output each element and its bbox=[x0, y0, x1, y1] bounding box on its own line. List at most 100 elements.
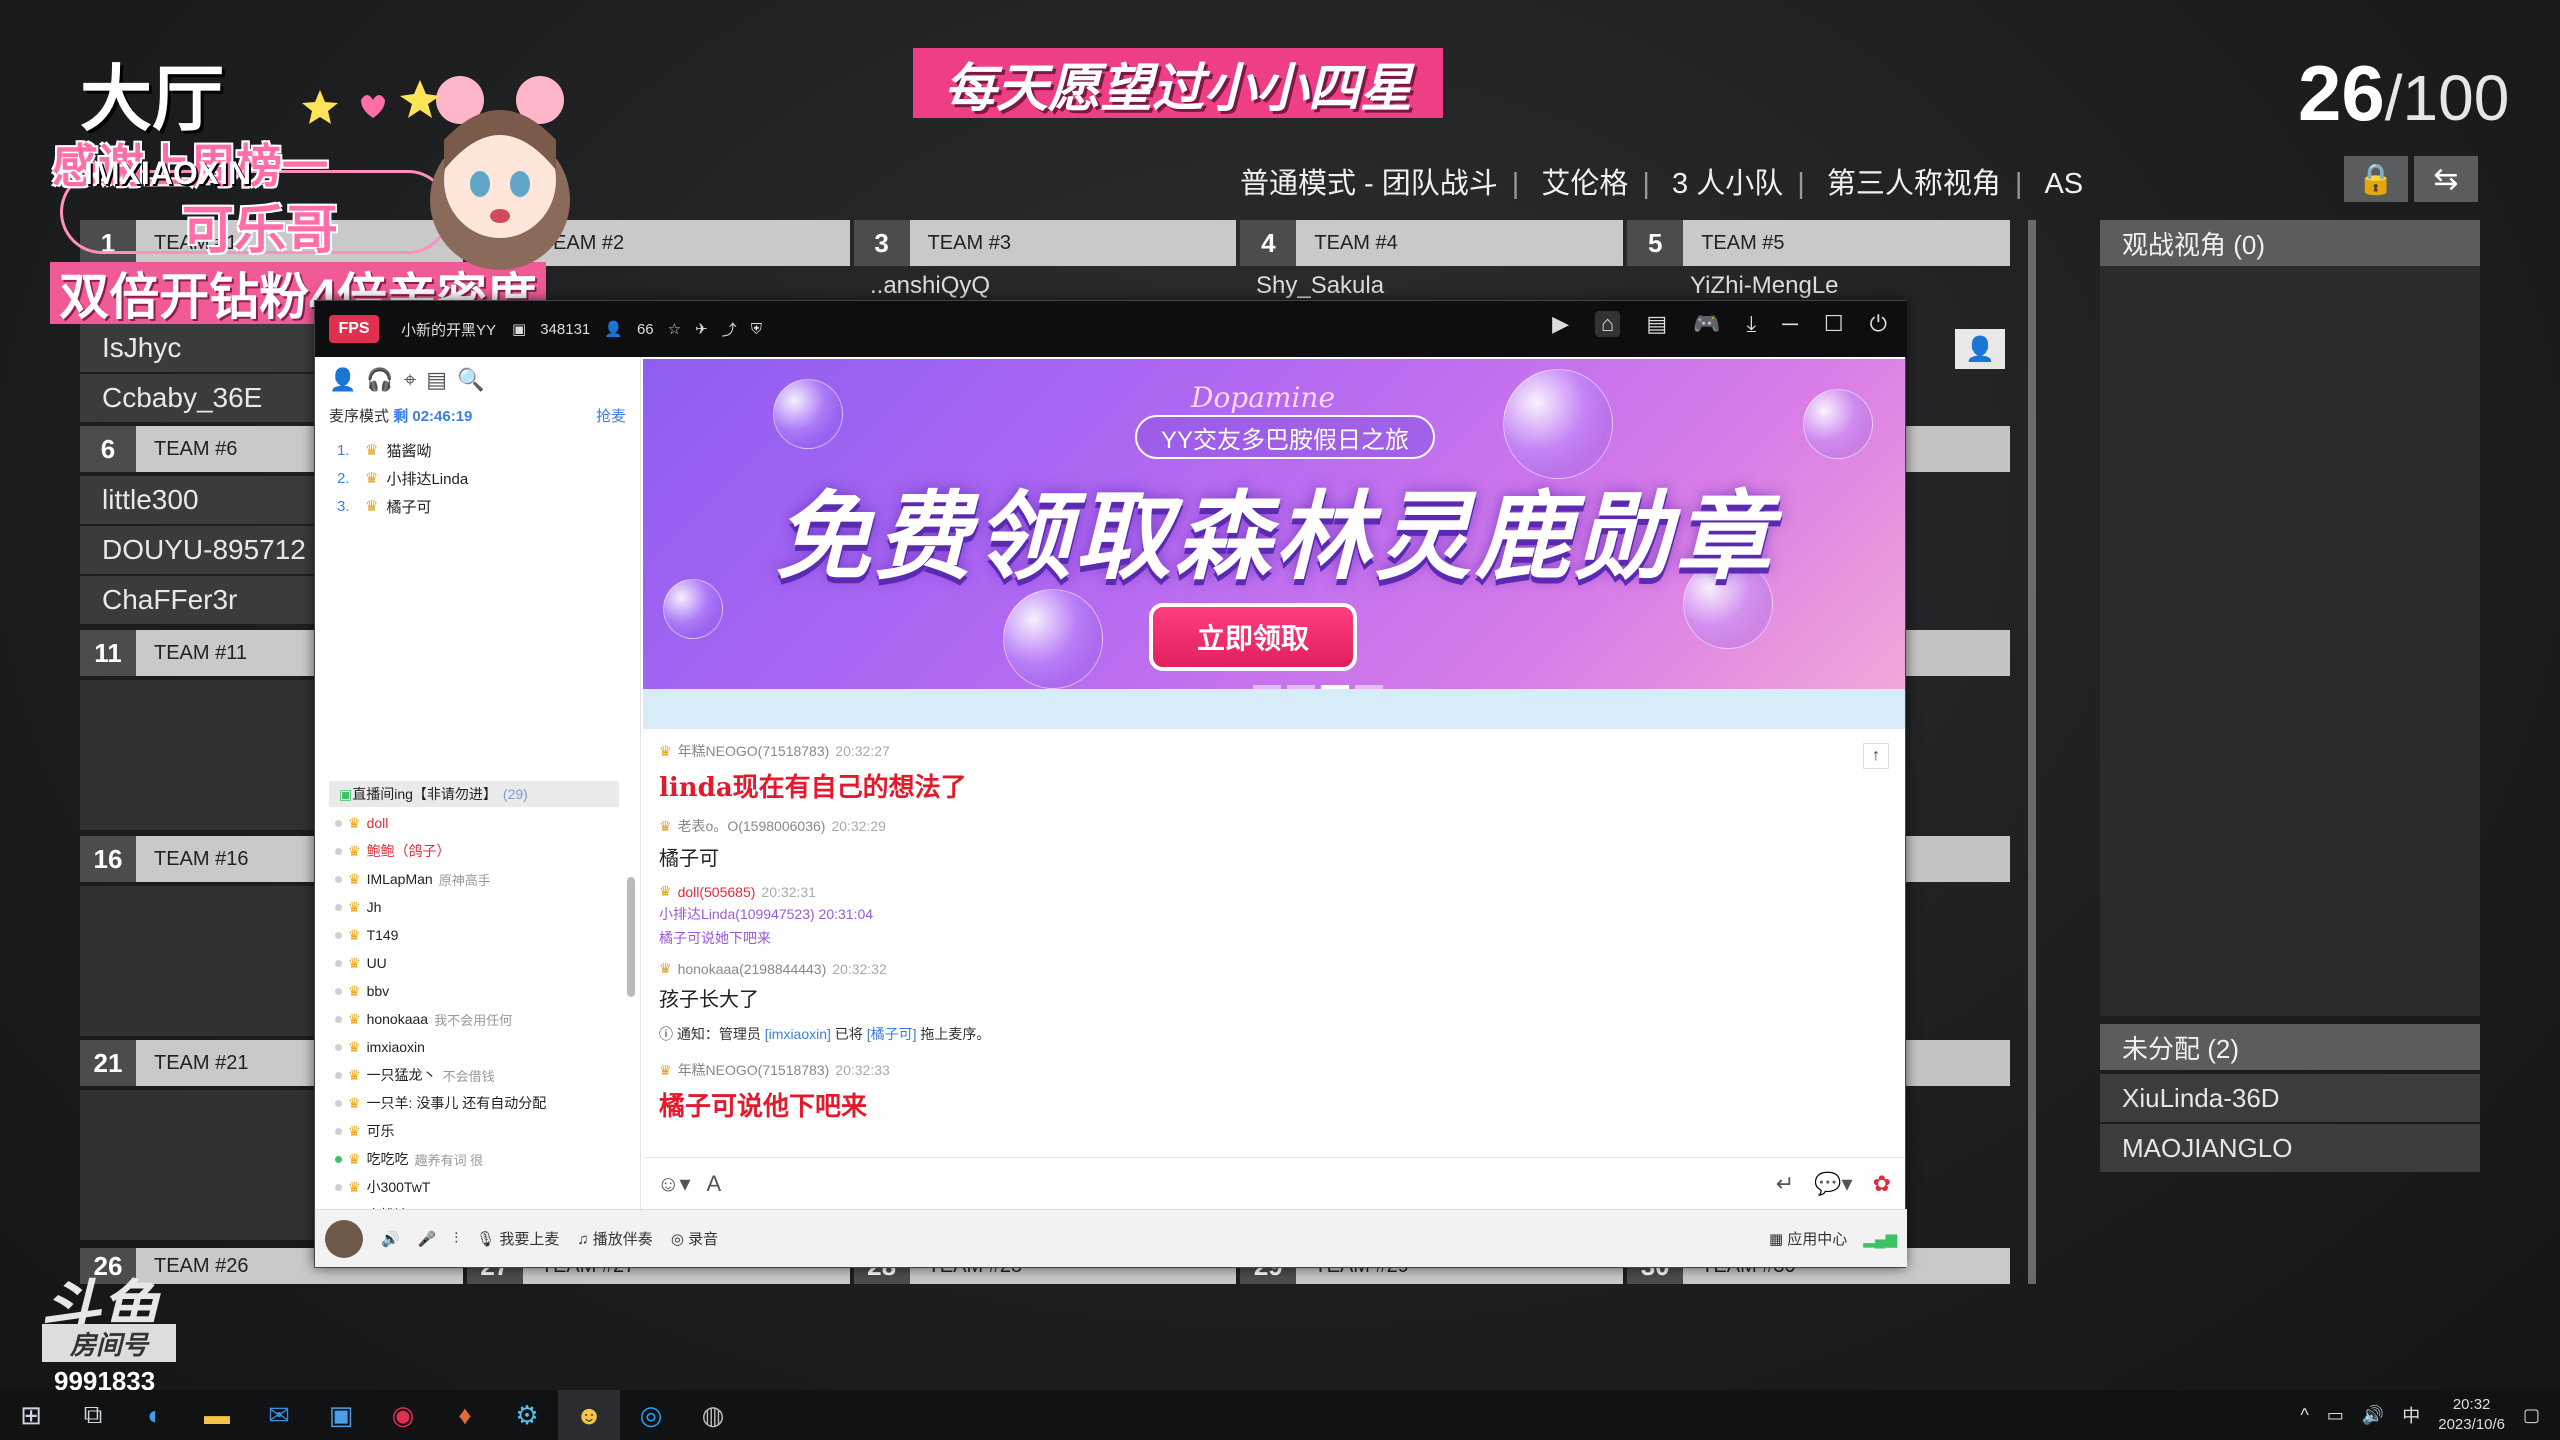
app-icon[interactable]: ♦ bbox=[434, 1390, 496, 1440]
team-slot[interactable]: 21 TEAM #21 bbox=[80, 1040, 316, 1086]
lock-button[interactable]: 🔒 bbox=[2344, 156, 2408, 202]
person-icon[interactable]: 👤 bbox=[329, 367, 356, 393]
record-button[interactable]: ◎ 录音 bbox=[671, 1228, 718, 1249]
maximize-icon[interactable]: ☐ bbox=[1824, 311, 1844, 337]
bubble-icon[interactable]: 💬▾ bbox=[1814, 1171, 1852, 1197]
member-item[interactable]: ♛ 鲍鲍（鸽子） bbox=[335, 837, 625, 865]
queue-item[interactable]: 3. ♛ 橘子可 bbox=[337, 492, 618, 520]
equalizer-icon[interactable]: ⫶ bbox=[454, 1230, 458, 1247]
notice-target[interactable]: [橘子可] bbox=[867, 1026, 917, 1042]
player-name[interactable]: YiZhi-MengLe bbox=[1690, 272, 1839, 300]
grab-mic-link[interactable]: 抢麦 bbox=[596, 405, 626, 426]
team-slot[interactable]: 11 TEAM #11 bbox=[80, 630, 316, 676]
task-view-icon[interactable]: ⧉ bbox=[62, 1390, 124, 1440]
member-item[interactable]: ♛ 吃吃吃 趣养有词 很 bbox=[335, 1145, 625, 1173]
member-item[interactable]: ♛ imxiaoxin bbox=[335, 1033, 625, 1061]
member-item[interactable]: ♛ T149 bbox=[335, 921, 625, 949]
profile-icon[interactable]: 👤 bbox=[1955, 329, 2005, 369]
request-mic-button[interactable]: 🎙 我要上麦 bbox=[476, 1228, 559, 1249]
team-slot[interactable]: 16 TEAM #16 bbox=[80, 836, 316, 882]
unassigned-player[interactable]: MAOJIANGLO bbox=[2100, 1124, 2480, 1172]
player-name[interactable]: IsJhyc bbox=[80, 324, 316, 372]
video-icon[interactable]: ▶ bbox=[1552, 311, 1569, 337]
player-name[interactable]: little300 bbox=[80, 476, 316, 524]
ime-indicator[interactable]: 中 bbox=[2402, 1402, 2420, 1428]
speaker-icon[interactable]: 🔊 bbox=[381, 1230, 400, 1248]
team-slot[interactable]: 6 TEAM #6 bbox=[80, 426, 316, 472]
chat-user[interactable]: 老表o。O(1598006036) bbox=[678, 816, 826, 836]
scrollbar[interactable] bbox=[2028, 220, 2036, 1284]
play-music-button[interactable]: ♫ 播放伴奏 bbox=[577, 1228, 652, 1249]
store-icon[interactable]: ▣ bbox=[310, 1390, 372, 1440]
favorite-icon[interactable]: ☆ bbox=[668, 320, 681, 338]
unassigned-header[interactable]: 未分配 (2) bbox=[2100, 1024, 2480, 1070]
steam-icon[interactable]: ⚙ bbox=[496, 1390, 558, 1440]
queue-item[interactable]: 2. ♛ 小排达Linda bbox=[337, 464, 618, 492]
qq-icon[interactable]: ◎ bbox=[620, 1390, 682, 1440]
netease-icon[interactable]: ◉ bbox=[372, 1390, 434, 1440]
download-icon[interactable]: ⤓ bbox=[1747, 311, 1757, 337]
team-slot[interactable]: 4 TEAM #4 bbox=[1240, 220, 1624, 266]
headset-icon[interactable]: 🎧 bbox=[366, 367, 393, 393]
unassigned-player[interactable]: XiuLinda-36D bbox=[2100, 1074, 2480, 1122]
power-icon[interactable]: ⏻ bbox=[1870, 311, 1887, 337]
member-item[interactable]: ♛ 一只羊: 没事儿 还有自动分配 bbox=[335, 1089, 625, 1117]
member-item[interactable]: ♛ UU bbox=[335, 949, 625, 977]
list-icon[interactable]: ▤ bbox=[1646, 311, 1667, 337]
scroll-top-button[interactable]: ↑ bbox=[1863, 743, 1889, 769]
flower-icon[interactable]: ✿ bbox=[1873, 1171, 1891, 1197]
mail-icon[interactable]: ✉ bbox=[248, 1390, 310, 1440]
player-name[interactable]: ..anshiQyQ bbox=[870, 272, 990, 300]
notification-icon[interactable]: ▢ bbox=[2523, 1405, 2540, 1426]
home-icon[interactable]: ⌂ bbox=[1595, 311, 1621, 337]
member-item[interactable]: ♛ 一只猛龙丶 不会借钱 bbox=[335, 1061, 625, 1089]
shield-icon[interactable]: ⛨ bbox=[751, 321, 762, 338]
chat-user[interactable]: 年糕NEOGO(71518783) bbox=[678, 741, 830, 761]
member-scrollbar[interactable] bbox=[627, 877, 635, 997]
search-icon[interactable]: 🔍 bbox=[457, 367, 484, 393]
chat-input-bar[interactable]: ☺▾ A ↵ 💬▾ ✿ bbox=[643, 1157, 1905, 1209]
mic-icon[interactable]: 🎤 bbox=[418, 1230, 437, 1248]
queue-item[interactable]: 1. ♛ 猫酱呦 bbox=[337, 436, 618, 464]
volume-icon[interactable]: 🔊 bbox=[2362, 1405, 2384, 1426]
gamepad-icon[interactable]: 🎮 bbox=[1693, 311, 1720, 337]
folder-icon[interactable]: ▬ bbox=[186, 1390, 248, 1440]
team-slot[interactable]: 3 TEAM #3 bbox=[853, 220, 1237, 266]
promo-banner[interactable]: Dopamine YY交友多巴胺假日之旅 免费领取森林灵鹿勋章 立即领取 bbox=[643, 359, 1905, 689]
member-item[interactable]: ♛ Jh bbox=[335, 893, 625, 921]
notes-icon[interactable]: ▤ bbox=[426, 367, 447, 393]
network-icon[interactable]: ▭ bbox=[2327, 1405, 2344, 1426]
claim-button[interactable]: 立即领取 bbox=[1149, 603, 1357, 671]
font-icon[interactable]: A bbox=[707, 1171, 722, 1197]
room-header[interactable]: ▣ 直播间ing【非请勿进】 (29) bbox=[329, 781, 619, 807]
start-icon[interactable]: ⊞ bbox=[0, 1390, 62, 1440]
clock[interactable]: 20:32 2023/10/6 bbox=[2438, 1395, 2505, 1435]
swap-button[interactable]: ⇆ bbox=[2414, 156, 2478, 202]
game-app-icon[interactable]: ◍ bbox=[682, 1390, 744, 1440]
player-name[interactable]: DOUYU-895712 bbox=[80, 526, 316, 574]
plane-icon[interactable]: ✈ bbox=[695, 320, 708, 338]
location-icon[interactable]: ⌖ bbox=[404, 367, 416, 393]
member-item[interactable]: ♛ 小300TwT bbox=[335, 1173, 625, 1201]
player-name[interactable]: Ccbaby_36E bbox=[80, 374, 316, 422]
yy-icon[interactable]: ☻ bbox=[558, 1390, 620, 1440]
enter-icon[interactable]: ↵ bbox=[1776, 1171, 1794, 1197]
team-slot[interactable]: 5 TEAM #5 bbox=[1627, 220, 2010, 266]
spectate-header[interactable]: 观战视角 (0) bbox=[2100, 220, 2480, 266]
member-item[interactable]: ♛ IMLapMan 原神高手 bbox=[335, 865, 625, 893]
edge-icon[interactable]: ◐ bbox=[124, 1390, 186, 1440]
chat-user[interactable]: 年糕NEOGO(71518783) bbox=[678, 1060, 830, 1080]
chevron-up-icon[interactable]: ^ bbox=[2300, 1405, 2308, 1426]
member-item[interactable]: ♛ bbv bbox=[335, 977, 625, 1005]
player-name[interactable]: ChaFFer3r bbox=[80, 576, 316, 624]
emoji-icon[interactable]: ☺▾ bbox=[657, 1171, 691, 1197]
member-item[interactable]: ♛ honokaaa 我不会用任何 bbox=[335, 1005, 625, 1033]
notice-admin[interactable]: [imxiaoxin] bbox=[765, 1026, 831, 1042]
chat-user[interactable]: honokaaa(2198844443) bbox=[678, 961, 827, 977]
member-item[interactable]: ♛ doll bbox=[335, 809, 625, 837]
chat-user[interactable]: doll(505685) bbox=[678, 884, 756, 900]
player-name[interactable]: Shy_Sakula bbox=[1256, 272, 1384, 300]
app-center-button[interactable]: ▦ 应用中心 bbox=[1769, 1228, 1847, 1249]
share-icon[interactable]: ⤴ bbox=[722, 319, 737, 340]
yy-title-bar[interactable]: FPS 小新的开黑YY ▣ 348131 👤 66 ☆ ✈ ⤴ ⛨ ▶ ⌂ ▤ … bbox=[315, 301, 1907, 357]
